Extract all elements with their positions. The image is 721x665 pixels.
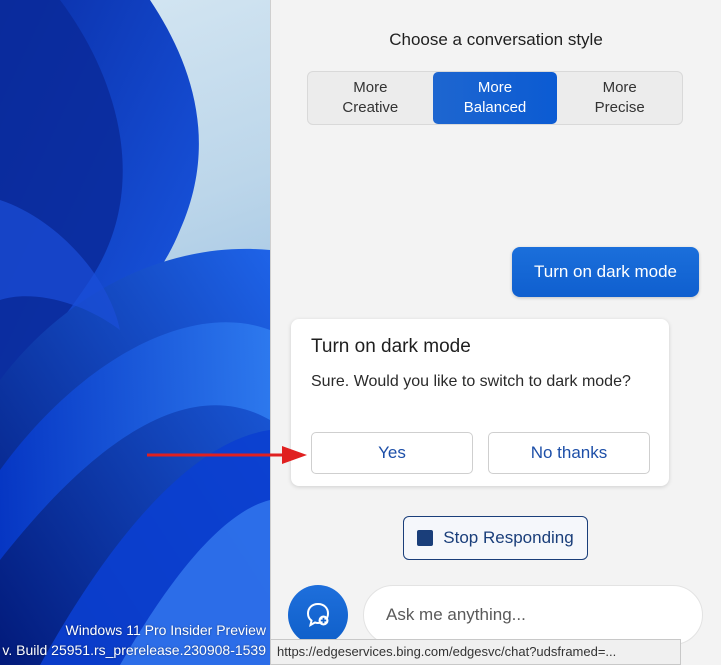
style-option-line2: Creative — [342, 99, 399, 116]
style-option-line1: More — [353, 79, 388, 96]
conversation-style-heading: Choose a conversation style — [389, 30, 603, 49]
no-thanks-button[interactable]: No thanks — [488, 432, 650, 474]
copilot-panel: Choose a conversation style More Creativ… — [271, 0, 721, 665]
new-chat-icon — [306, 602, 330, 627]
status-bar-url: https://edgeservices.bing.com/edgesvc/ch… — [270, 639, 681, 665]
response-card-body: Sure. Would you like to switch to dark m… — [311, 373, 631, 390]
style-option-line1: More — [602, 79, 637, 96]
ask-me-anything-input[interactable] — [363, 585, 703, 645]
red-arrow-annotation — [147, 446, 307, 464]
style-more-balanced[interactable]: More Balanced — [432, 72, 558, 124]
new-topic-button[interactable] — [288, 585, 348, 645]
desktop-wallpaper: Windows 11 Pro Insider Preview v. Build … — [0, 0, 270, 665]
conversation-style-selector: More Creative More Balanced More Precise — [307, 71, 683, 125]
response-card: Turn on dark mode Sure. Would you like t… — [291, 319, 669, 486]
windows-watermark-build: v. Build 25951.rs_prerelease.230908-1539 — [2, 642, 266, 658]
style-more-precise[interactable]: More Precise — [557, 72, 682, 124]
style-more-creative[interactable]: More Creative — [308, 72, 433, 124]
windows-watermark-edition: Windows 11 Pro Insider Preview — [65, 622, 266, 638]
yes-button[interactable]: Yes — [311, 432, 473, 474]
stop-responding-button[interactable]: Stop Responding — [403, 516, 588, 560]
style-option-line2: Balanced — [463, 99, 527, 116]
style-option-line1: More — [477, 79, 513, 96]
stop-icon — [417, 530, 434, 546]
user-message-bubble: Turn on dark mode — [512, 247, 699, 297]
style-option-line2: Precise — [594, 99, 645, 116]
bloom-wallpaper-art — [0, 0, 270, 665]
response-card-title: Turn on dark mode — [311, 336, 471, 357]
stop-responding-label: Stop Responding — [443, 528, 574, 547]
